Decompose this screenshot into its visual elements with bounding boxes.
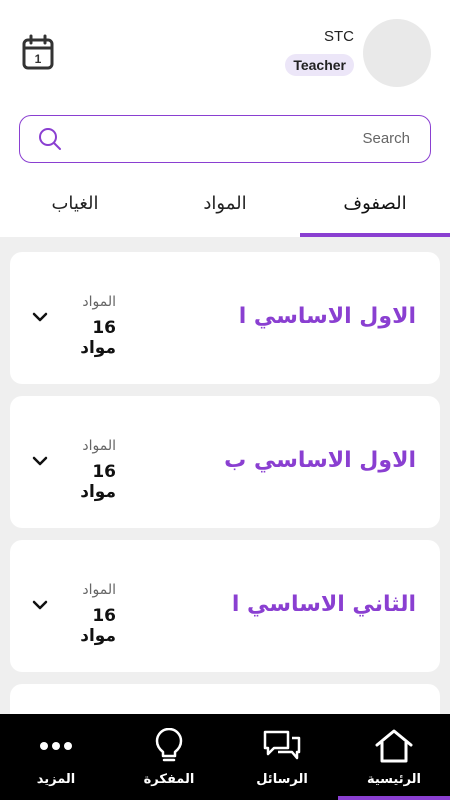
class-card[interactable]: الاول الاساسي ا المواد 16 مواد: [10, 252, 440, 384]
nav-notebook[interactable]: المفكرة: [113, 714, 225, 800]
chat-icon: [263, 730, 301, 760]
search-input[interactable]: [110, 116, 410, 161]
class-card[interactable]: الثاني الاساسي ا المواد 16 مواد: [10, 540, 440, 672]
nav-more-label: المزيد: [36, 772, 76, 787]
subjects-count: 16 مواد: [80, 606, 116, 646]
home-icon: [375, 729, 413, 763]
nav-messages-label: الرسائل: [256, 772, 308, 787]
search-icon: [39, 128, 61, 150]
avatar[interactable]: [363, 19, 431, 87]
class-list: الاول الاساسي ا المواد 16 مواد الاول الا…: [0, 237, 450, 714]
tab-bar: الصفوف المواد الغياب: [0, 180, 450, 237]
lightbulb-icon: [155, 728, 183, 762]
app-header: 1 STC Teacher: [0, 0, 450, 110]
tab-absence[interactable]: الغياب: [0, 180, 150, 237]
nav-messages[interactable]: الرسائل: [226, 714, 338, 800]
more-icon: [40, 742, 72, 750]
tab-classes[interactable]: الصفوف: [300, 180, 450, 237]
subjects-label: المواد: [82, 582, 116, 598]
subjects-count: 16 مواد: [80, 318, 116, 358]
nav-more[interactable]: المزيد: [0, 714, 112, 800]
role-badge: Teacher: [285, 54, 354, 76]
chevron-down-icon[interactable]: [32, 312, 48, 322]
subjects-label: المواد: [82, 294, 116, 310]
nav-home-label: الرئيسية: [366, 772, 422, 787]
chevron-down-icon[interactable]: [32, 600, 48, 610]
subjects-label: المواد: [82, 438, 116, 454]
nav-notebook-label: المفكرة: [143, 772, 195, 787]
user-name: STC: [324, 28, 354, 45]
class-title: الاول الاساسي ب: [224, 448, 416, 473]
class-card[interactable]: الاول الاساسي ب المواد 16 مواد: [10, 396, 440, 528]
chevron-down-icon[interactable]: [32, 456, 48, 466]
tab-subjects[interactable]: المواد: [150, 180, 300, 237]
svg-text:1: 1: [35, 52, 42, 66]
class-card-partial[interactable]: [10, 684, 440, 714]
class-title: الاول الاساسي ا: [238, 304, 416, 329]
class-title: الثاني الاساسي ا: [231, 592, 416, 617]
nav-home[interactable]: الرئيسية: [338, 714, 450, 800]
search-bar[interactable]: [19, 115, 431, 163]
bottom-nav: الرئيسية الرسائل المفكرة المزيد: [0, 714, 450, 800]
subjects-count: 16 مواد: [80, 462, 116, 502]
calendar-icon[interactable]: 1: [22, 34, 54, 70]
